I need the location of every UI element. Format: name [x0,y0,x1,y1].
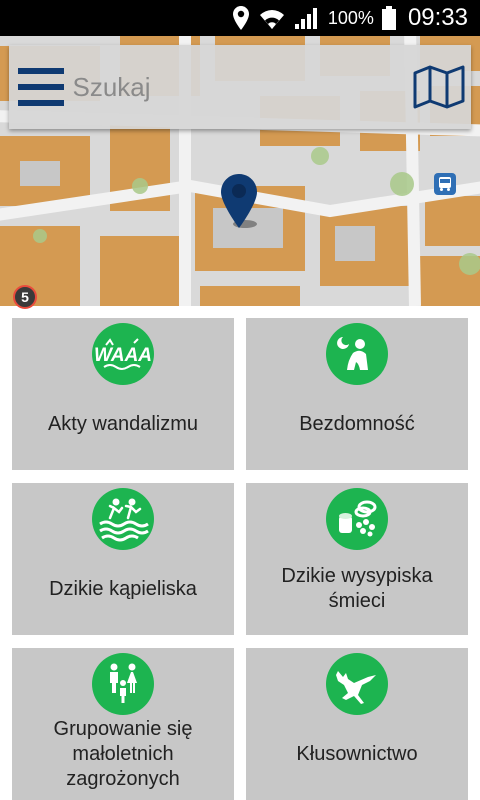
search-bar [9,45,471,129]
map-toggle-button[interactable] [408,45,472,129]
battery-icon [381,6,396,30]
category-tile[interactable]: Dzikie wysypiska śmieci [246,483,468,635]
category-tile[interactable]: Dzikie kąpieliska [12,483,234,635]
category-label: Bezdomność [299,412,415,435]
signal-icon [294,8,317,29]
category-tile[interactable]: WAAA Akty wandalizmu [12,318,234,470]
hamburger-menu-icon [17,68,64,106]
homelessness-icon [326,323,388,385]
clock: 09:33 [407,4,468,31]
bus-stop-icon[interactable] [433,172,457,196]
map-cluster-badge[interactable]: 5 [13,285,37,309]
category-label: Kłusownictwo [296,742,418,765]
map-icon [413,65,465,109]
category-label: Grupowanie się małoletnich zagrożonych [53,717,193,790]
category-label: Akty wandalizmu [47,412,199,435]
search-input[interactable] [72,57,408,117]
category-tile[interactable]: Kłusownictwo [246,648,468,800]
menu-button[interactable] [9,45,73,129]
location-pin-icon[interactable] [219,172,259,232]
location-icon [232,6,249,30]
wifi-icon [259,10,284,29]
minors-gathering-icon [92,653,154,715]
category-tile[interactable]: Bezdomność [246,318,468,470]
category-label: Dzikie kąpieliska [49,577,197,600]
battery-percentage: 100% [327,7,374,28]
category-tile[interactable]: Grupowanie się małoletnich zagrożonych [12,648,234,800]
poaching-icon [326,653,388,715]
illegal-dump-icon [326,488,388,550]
svg-text:WAAA: WAAA [94,345,152,366]
status-bar: 100% 09:33 [0,0,480,36]
wild-swimming-icon [92,488,154,550]
vandalism-icon: WAAA [92,323,154,385]
category-label: Dzikie wysypiska śmieci [281,565,433,612]
